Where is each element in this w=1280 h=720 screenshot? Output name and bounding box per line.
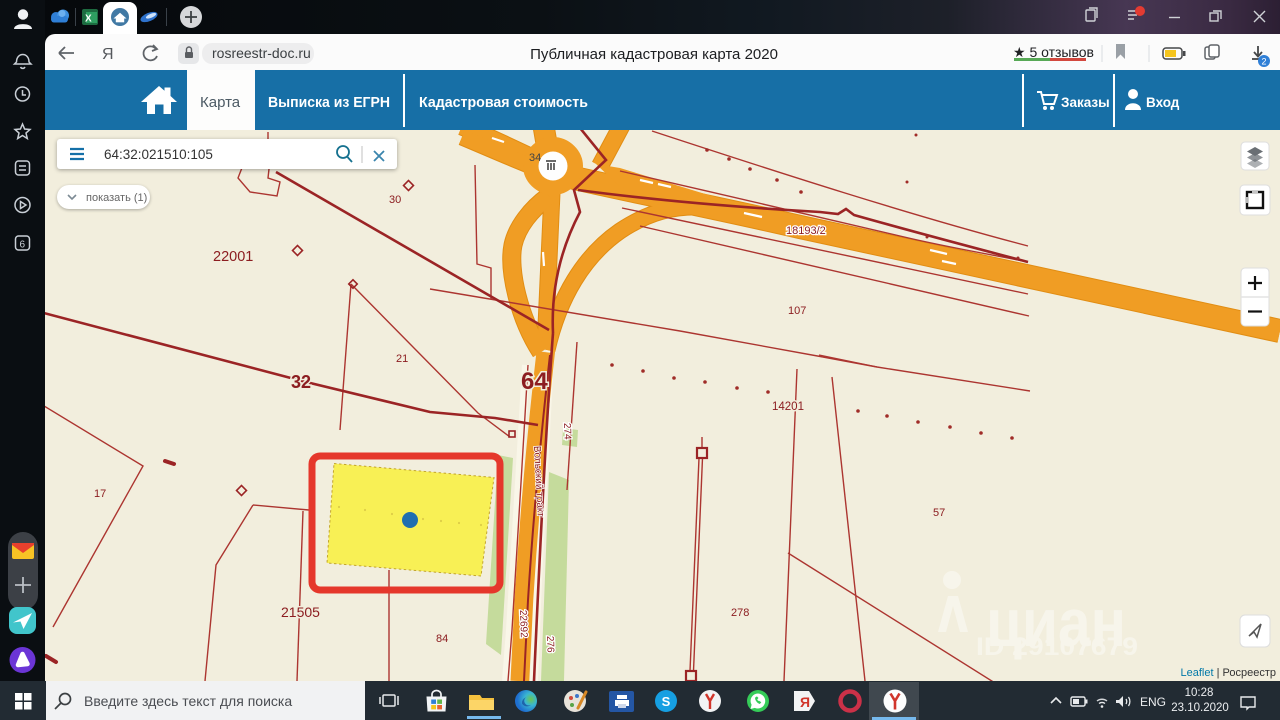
svg-text:ID 29107679: ID 29107679 <box>976 633 1138 661</box>
svg-text:Кадастровая стоимость: Кадастровая стоимость <box>419 94 588 111</box>
svg-text:rosreestr-doc.ru: rosreestr-doc.ru <box>212 45 311 61</box>
svg-text:показать (1): показать (1) <box>86 192 147 204</box>
svg-text:Публичная кадастровая карта 20: Публичная кадастровая карта 2020 <box>530 46 778 63</box>
svg-text:Введите здесь текст для поиска: Введите здесь текст для поиска <box>84 693 292 709</box>
svg-text:Я: Я <box>800 694 810 710</box>
svg-text:64:32:021510:105: 64:32:021510:105 <box>104 147 213 162</box>
svg-text:S: S <box>662 694 671 709</box>
svg-text:Заказы: Заказы <box>1061 95 1110 110</box>
svg-text:6: 6 <box>20 240 26 251</box>
svg-text:Карта: Карта <box>200 94 241 111</box>
svg-text:X: X <box>85 14 92 25</box>
svg-text:10:28: 10:28 <box>1185 687 1214 699</box>
svg-text:★ 5 отзывов: ★ 5 отзывов <box>1013 44 1094 60</box>
svg-text:Leaflet | Росреестр: Leaflet | Росреестр <box>1181 667 1276 679</box>
svg-text:Выписка из ЕГРН: Выписка из ЕГРН <box>268 94 390 111</box>
svg-text:2: 2 <box>1261 57 1266 67</box>
svg-text:Вход: Вход <box>1146 95 1180 110</box>
svg-text:23.10.2020: 23.10.2020 <box>1171 702 1229 714</box>
svg-text:ENG: ENG <box>1140 695 1166 709</box>
svg-text:Я: Я <box>102 46 114 63</box>
